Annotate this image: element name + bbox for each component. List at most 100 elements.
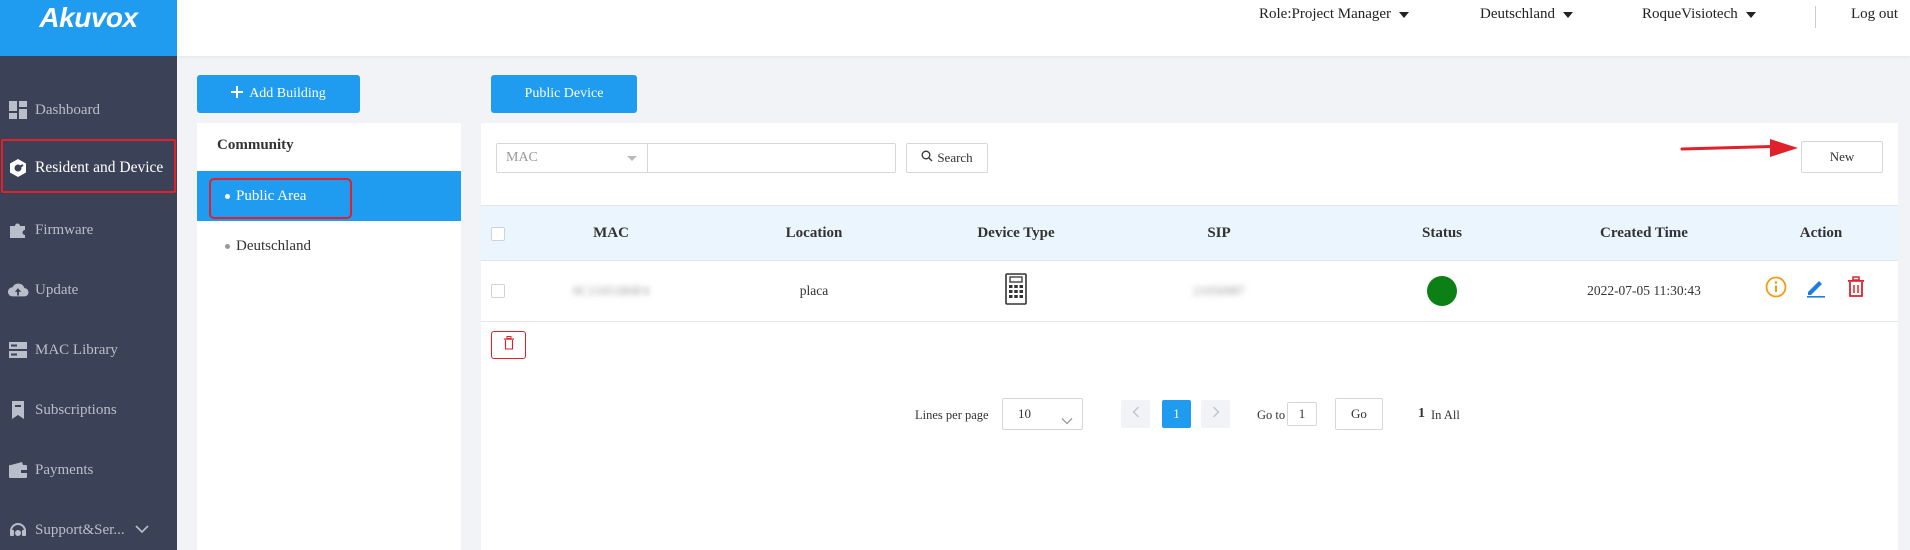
filter-field-select[interactable]: MAC (496, 143, 648, 173)
trash-icon (503, 335, 515, 355)
total-count: 1 (1418, 406, 1425, 421)
bookmark-icon (7, 399, 29, 421)
language-dropdown[interactable]: Deutschland (1480, 6, 1573, 23)
goto-label: Go to (1257, 408, 1286, 422)
sidebar-item-dashboard[interactable]: Dashboard (0, 82, 177, 138)
info-button[interactable] (1764, 276, 1788, 303)
table-header: MAC Location Device Type SIP Status Crea… (481, 205, 1898, 261)
prev-page-button[interactable] (1121, 400, 1150, 428)
column-header-created-time[interactable]: Created Time (1564, 206, 1724, 262)
sidebar-item-label: Support&Ser... (35, 521, 125, 538)
red-arrow-annotation (1680, 137, 1800, 166)
created-time-value: 2022-07-05 11:30:43 (1587, 283, 1701, 298)
sidebar-item-firmware[interactable]: Firmware (0, 202, 177, 258)
plus-icon (231, 85, 244, 103)
wallet-icon (7, 459, 29, 481)
bullet-icon (225, 193, 230, 199)
community-panel: Community Public Area Deutschland (197, 123, 461, 550)
location-value: placa (799, 283, 829, 298)
sidebar-item-support[interactable]: Support&Ser... (0, 502, 177, 550)
column-header-status[interactable]: Status (1362, 206, 1522, 262)
logout-link[interactable]: Log out (1851, 6, 1898, 23)
column-header-action: Action (1799, 225, 1843, 241)
sidebar-item-resident-and-device[interactable]: Resident and Device (0, 140, 177, 196)
puzzle-icon (7, 219, 29, 241)
table-row[interactable]: 0C11051B0F4 placa 21050987 2022-07-05 11… (481, 261, 1898, 322)
filter-field-value: MAC (506, 150, 538, 165)
server-icon (7, 339, 29, 361)
sidebar-item-label: Resident and Device (35, 159, 164, 176)
mac-value: 0C11051B0F4 (572, 283, 650, 298)
community-item-label: Deutschland (236, 237, 311, 254)
chevron-down-icon (135, 522, 149, 539)
pencil-icon (1805, 276, 1827, 303)
sidebar-item-label: MAC Library (35, 341, 118, 358)
sidebar-item-label: Update (35, 281, 79, 298)
add-building-label: Add Building (249, 86, 326, 101)
caret-down-icon (1745, 11, 1756, 18)
delete-button[interactable] (1844, 275, 1868, 303)
search-button[interactable]: Search (906, 143, 988, 173)
chevron-left-icon (1132, 406, 1140, 422)
headset-icon (7, 519, 29, 541)
caret-down-icon (1562, 11, 1573, 18)
column-header-sip[interactable]: SIP (1139, 206, 1299, 262)
page-number-current[interactable]: 1 (1162, 400, 1191, 428)
caret-down-icon (627, 156, 637, 161)
sidebar: Akuvox Dashboard Resident and Device Fir… (0, 0, 177, 550)
search-input[interactable] (647, 143, 896, 173)
lines-per-page-select[interactable]: 10 (1002, 398, 1083, 430)
language-label: Deutschland (1480, 6, 1555, 22)
next-page-button[interactable] (1201, 400, 1230, 428)
bullet-icon (225, 243, 230, 249)
sidebar-item-subscriptions[interactable]: Subscriptions (0, 382, 177, 438)
header-divider (1815, 6, 1816, 28)
sidebar-item-update[interactable]: Update (0, 262, 177, 318)
cloud-upload-icon (7, 279, 29, 301)
community-item-deutschland[interactable]: Deutschland (197, 221, 461, 271)
search-icon (921, 150, 933, 166)
delete-selected-button[interactable] (491, 331, 526, 359)
resident-device-icon (7, 157, 29, 179)
goto-page-input[interactable]: 1 (1287, 402, 1317, 426)
column-header-mac[interactable]: MAC (531, 206, 691, 262)
row-checkbox[interactable] (491, 284, 505, 298)
sidebar-item-label: Payments (35, 461, 94, 478)
user-dropdown[interactable]: RoqueVisiotech (1642, 6, 1756, 23)
community-item-public-area[interactable]: Public Area (197, 171, 461, 221)
column-header-device-type[interactable]: Device Type (936, 206, 1096, 262)
role-dropdown[interactable]: Role:Project Manager (1259, 6, 1410, 23)
intercom-device-icon (1005, 273, 1027, 309)
top-header: Role:Project Manager Deutschland RoqueVi… (177, 0, 1910, 56)
add-building-button[interactable]: Add Building (197, 75, 360, 113)
public-device-button[interactable]: Public Device (491, 75, 637, 113)
akuvox-logo[interactable]: Akuvox (0, 0, 177, 56)
chevron-down-icon (1061, 406, 1073, 436)
select-all-checkbox[interactable] (491, 227, 505, 241)
public-device-label: Public Device (524, 86, 604, 101)
sidebar-item-label: Dashboard (35, 101, 100, 118)
lines-per-page-value: 10 (1018, 406, 1031, 421)
new-button[interactable]: New (1801, 141, 1883, 173)
edit-button[interactable] (1804, 277, 1828, 301)
total-label: In All (1431, 408, 1460, 422)
go-button[interactable]: Go (1335, 398, 1383, 430)
column-header-location[interactable]: Location (734, 206, 894, 262)
info-icon (1765, 276, 1787, 303)
user-label: RoqueVisiotech (1642, 6, 1738, 22)
sip-value: 21050987 (1193, 283, 1245, 298)
sidebar-item-label: Subscriptions (35, 401, 117, 418)
device-panel: MAC Search New MAC Location Device Type … (481, 123, 1898, 550)
lines-per-page-label: Lines per page (915, 408, 989, 422)
dashboard-icon (7, 99, 29, 121)
trash-icon (1846, 275, 1866, 303)
sidebar-item-label: Firmware (35, 221, 94, 238)
sidebar-item-mac-library[interactable]: MAC Library (0, 322, 177, 378)
search-label: Search (937, 150, 973, 165)
chevron-right-icon (1212, 406, 1220, 422)
status-online-indicator (1427, 276, 1457, 306)
caret-down-icon (1399, 11, 1410, 18)
community-item-label: Public Area (236, 187, 307, 204)
role-label: Role:Project Manager (1259, 6, 1392, 22)
sidebar-item-payments[interactable]: Payments (0, 442, 177, 498)
